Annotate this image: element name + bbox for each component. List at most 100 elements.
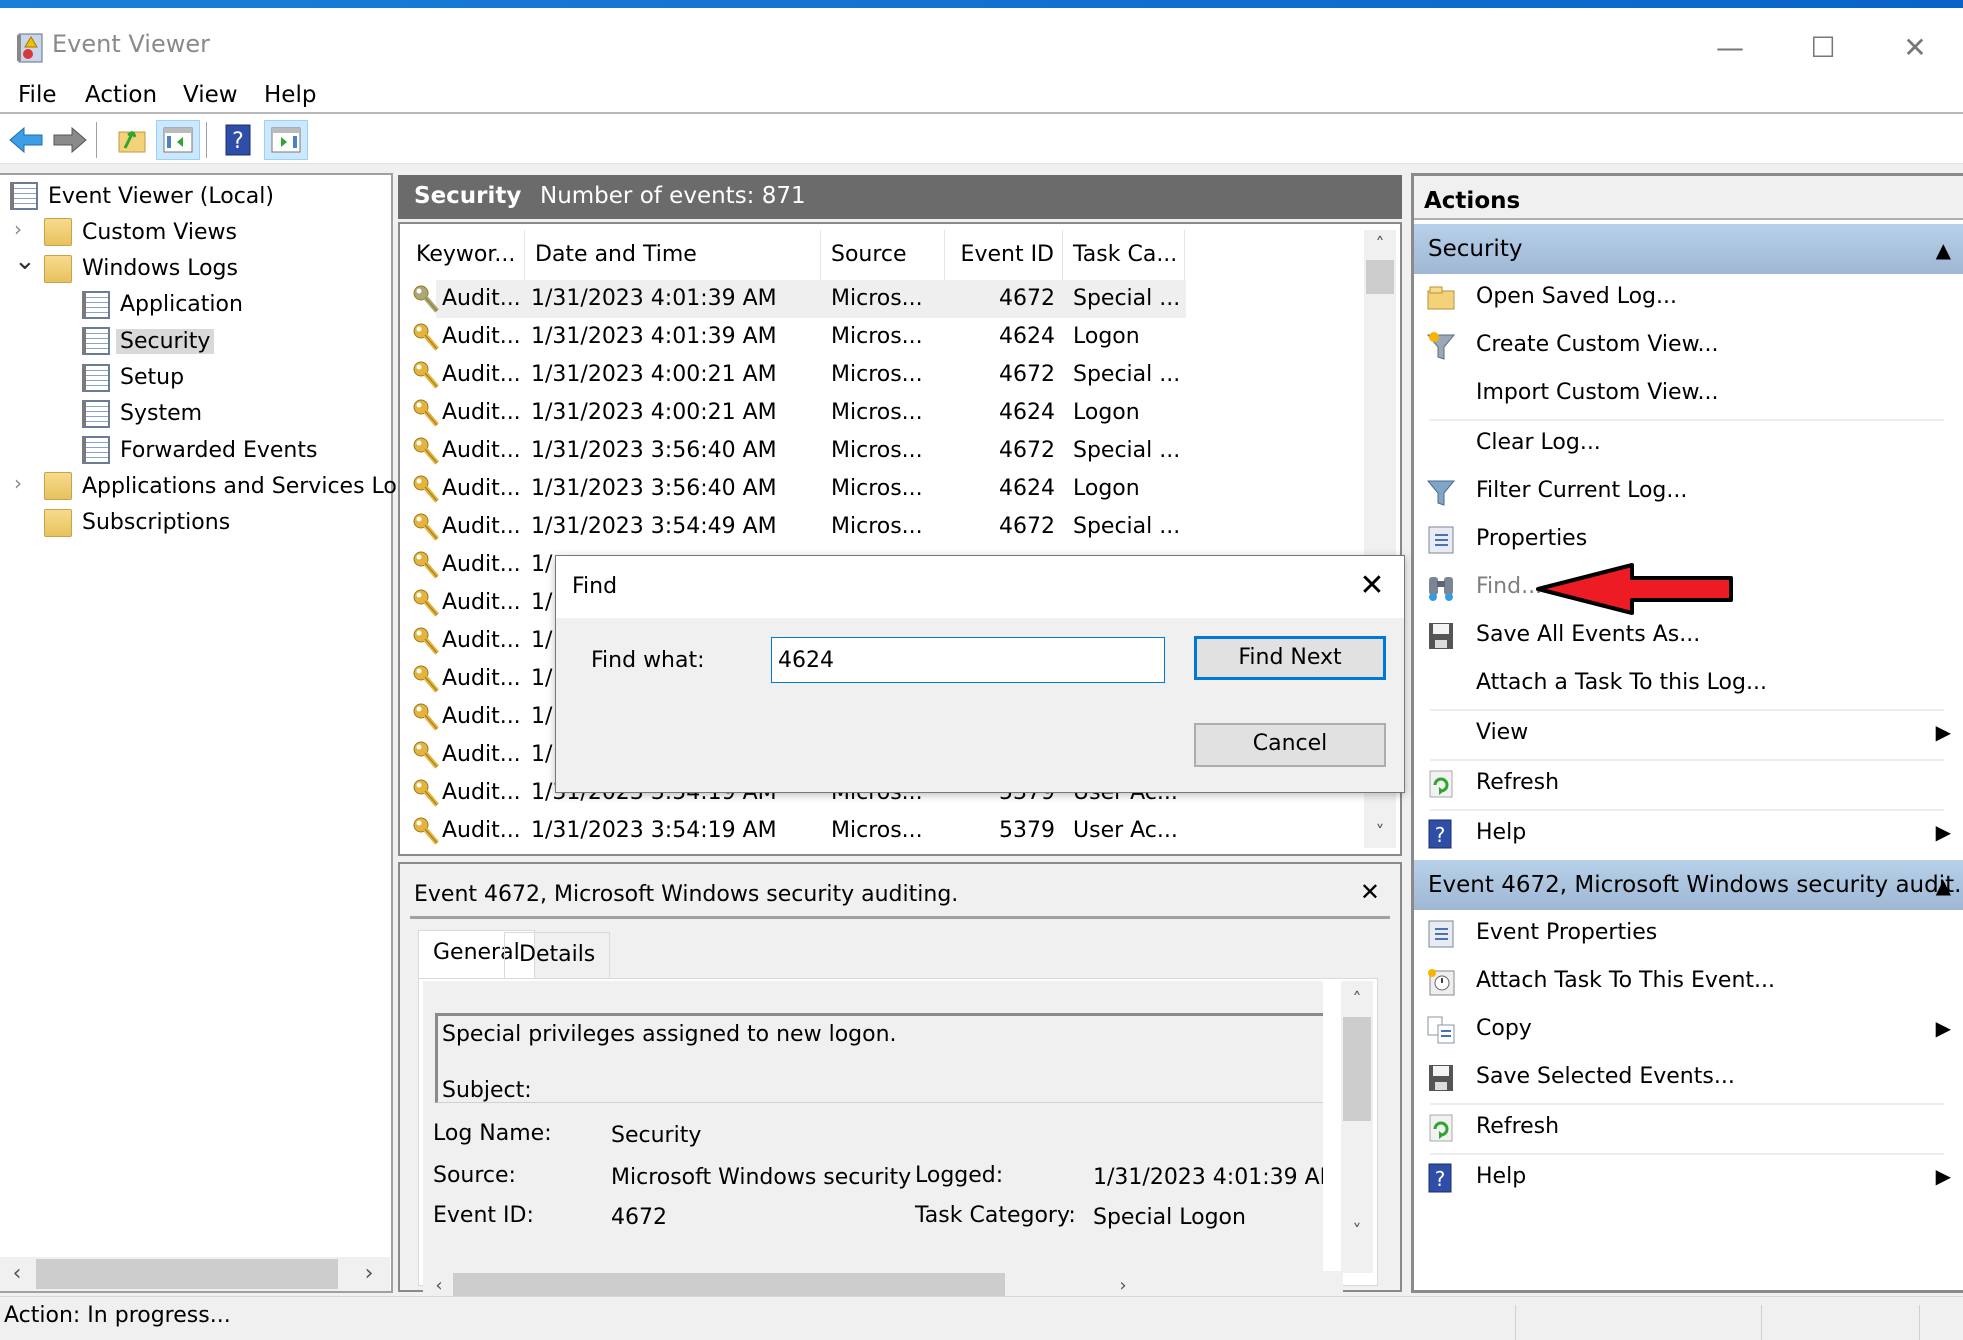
log-name: Security [414, 183, 522, 209]
up-folder-button[interactable] [110, 120, 154, 160]
chevron-right-icon[interactable]: › [14, 217, 22, 241]
action-refresh[interactable]: Refresh [1414, 1104, 1963, 1152]
event-viewer-app-icon [17, 33, 43, 63]
scroll-thumb[interactable] [36, 1259, 338, 1289]
action-create-custom-view[interactable]: Create Custom View... [1414, 322, 1963, 370]
action-save-selected-events[interactable]: Save Selected Events... [1414, 1054, 1963, 1102]
save-icon [1429, 1065, 1453, 1091]
tree-item-system[interactable]: System [82, 397, 206, 431]
menu-view[interactable]: View [183, 80, 238, 114]
collapse-triangle-icon[interactable]: ▲ [1936, 874, 1951, 898]
show-hide-action-pane-button[interactable] [264, 120, 308, 160]
cancel-button[interactable]: Cancel [1194, 723, 1386, 767]
event-row[interactable]: Audit... 1/31/2023 4:01:39 AM Micros... 462… [406, 318, 1356, 356]
scroll-right-arrow[interactable]: › [354, 1257, 384, 1291]
actions-section-header[interactable]: Security ▲ [1414, 224, 1963, 274]
event-row[interactable]: Audit... 1/31/2023 3:54:19 AM Micros... 537… [406, 812, 1356, 848]
tree-item-security[interactable]: Security [82, 324, 215, 358]
description-line: Subject: [442, 1078, 532, 1103]
tree-item-custom-views[interactable]: Custom Views [44, 215, 241, 249]
column-header-keywords[interactable]: Keywor... [406, 230, 525, 280]
action-filter-current-log[interactable]: Filter Current Log... [1414, 468, 1963, 516]
cell-event-id: 4672 [999, 286, 1055, 311]
cell-date: 1/31/2023 4:01:39 AM [531, 324, 777, 349]
collapse-triangle-icon[interactable]: ▲ [1936, 238, 1951, 262]
tree-horizontal-scrollbar[interactable]: ‹ › [0, 1257, 390, 1291]
submenu-arrow-icon: ▶ [1935, 720, 1951, 744]
find-what-label: Find what: [591, 648, 705, 673]
column-header-source[interactable]: Source [821, 230, 945, 280]
scroll-thumb[interactable] [1366, 260, 1394, 294]
tree-item-label: Security [116, 328, 215, 354]
cell-task: Special ... [1073, 514, 1181, 539]
menu-help[interactable]: Help [264, 80, 316, 114]
tree-item-windows-logs[interactable]: Windows Logs [44, 252, 242, 286]
action-view[interactable]: View ▶ [1414, 710, 1963, 758]
action-refresh[interactable]: Refresh [1414, 760, 1963, 808]
audit-success-key-icon [413, 437, 439, 465]
forward-button[interactable] [48, 120, 92, 160]
action-open-saved-log[interactable]: Open Saved Log... [1414, 274, 1963, 322]
action-save-all-events-as[interactable]: Save All Events As... [1414, 612, 1963, 660]
action-attach-task-to-this-event[interactable]: Attach Task To This Event... [1414, 958, 1963, 1006]
back-button[interactable] [4, 120, 48, 160]
event-row[interactable]: Audit... 1/31/2023 3:56:40 AM Micros... 467… [406, 432, 1356, 470]
scroll-up-arrow[interactable]: ˄ [1341, 985, 1373, 1015]
event-row[interactable]: Audit... 1/31/2023 4:00:21 AM Micros... 462… [406, 394, 1356, 432]
event-row[interactable]: Audit... 1/31/2023 3:56:40 AM Micros... 462… [406, 470, 1356, 508]
event-row[interactable]: Audit... 1/31/2023 4:00:21 AM Micros... 467… [406, 356, 1356, 394]
action-attach-a-task-to-this-log[interactable]: Attach a Task To this Log... [1414, 660, 1963, 708]
refresh-icon [1429, 1114, 1453, 1142]
menu-file[interactable]: File [18, 80, 57, 114]
cell-keyword: Audit... [442, 590, 521, 615]
column-header-task-category[interactable]: Task Ca... [1063, 230, 1185, 280]
scroll-down-arrow[interactable]: ˅ [1341, 1217, 1373, 1247]
scroll-up-arrow[interactable]: ˄ [1364, 230, 1396, 260]
close-detail-button[interactable]: ✕ [1360, 878, 1380, 906]
minimize-button[interactable]: — [1705, 28, 1755, 68]
tree-root[interactable]: Event Viewer (Local) [10, 179, 278, 213]
action-copy[interactable]: Copy ▶ [1414, 1006, 1963, 1054]
menu-action[interactable]: Action [85, 80, 157, 114]
chevron-right-icon[interactable]: › [14, 471, 22, 495]
logged-value: 1/31/2023 4:01:39 AM [1093, 1165, 1323, 1190]
show-hide-console-tree-button[interactable] [156, 120, 200, 160]
action-help[interactable]: ? Help ▶ [1414, 810, 1963, 858]
help-button[interactable]: ? [216, 120, 260, 160]
cell-event-id: 4624 [999, 476, 1055, 501]
scroll-down-arrow[interactable]: ˅ [1364, 818, 1396, 848]
close-window-button[interactable]: ✕ [1890, 28, 1940, 68]
cell-keyword: Audit... [442, 628, 521, 653]
help-icon: ? [1428, 819, 1452, 849]
action-label: Event Properties [1476, 920, 1658, 945]
scroll-thumb[interactable] [1343, 1017, 1371, 1121]
tree-item-application[interactable]: Application [82, 288, 247, 322]
action-properties[interactable]: Properties [1414, 516, 1963, 564]
cell-task: Logon [1073, 476, 1140, 501]
cell-date: 1/31/2023 4:00:21 AM [531, 400, 777, 425]
column-header-date-time[interactable]: Date and Time [525, 230, 821, 280]
action-help[interactable]: ? Help ▶ [1414, 1154, 1963, 1202]
event-row[interactable]: Audit... 1/31/2023 4:01:39 AM Micros... 467… [406, 280, 1356, 318]
actions-section-header[interactable]: Event 4672, Microsoft Windows security a… [1414, 860, 1963, 910]
find-dialog-close-button[interactable]: ✕ [1354, 568, 1390, 603]
tab-details[interactable]: Details [504, 932, 611, 978]
forward-arrow-icon [53, 126, 87, 154]
scroll-left-arrow[interactable]: ‹ [2, 1257, 32, 1291]
maximize-button[interactable]: ☐ [1798, 28, 1848, 68]
tree-item-subscriptions[interactable]: Subscriptions [44, 506, 234, 540]
event-row[interactable]: Audit... 1/31/2023 3:54:49 AM Micros... 467… [406, 508, 1356, 546]
column-header-event-id[interactable]: Event ID [945, 230, 1063, 280]
event-description[interactable]: Special privileges assigned to new logon… [435, 1013, 1323, 1103]
action-clear-log[interactable]: Clear Log... [1414, 420, 1963, 468]
chevron-down-icon[interactable]: ⌄ [14, 246, 36, 276]
detail-vertical-scrollbar[interactable]: ˄ ˅ [1341, 981, 1373, 1273]
find-next-button[interactable]: Find Next [1194, 636, 1386, 680]
cell-keyword: Audit... [442, 286, 521, 311]
action-event-properties[interactable]: Event Properties [1414, 910, 1963, 958]
tree-item-applications-and-services-log[interactable]: Applications and Services Log [44, 469, 415, 503]
tree-item-setup[interactable]: Setup [82, 361, 188, 395]
find-what-input[interactable] [771, 637, 1165, 683]
action-import-custom-view[interactable]: Import Custom View... [1414, 370, 1963, 418]
tree-item-forwarded-events[interactable]: Forwarded Events [82, 433, 321, 467]
